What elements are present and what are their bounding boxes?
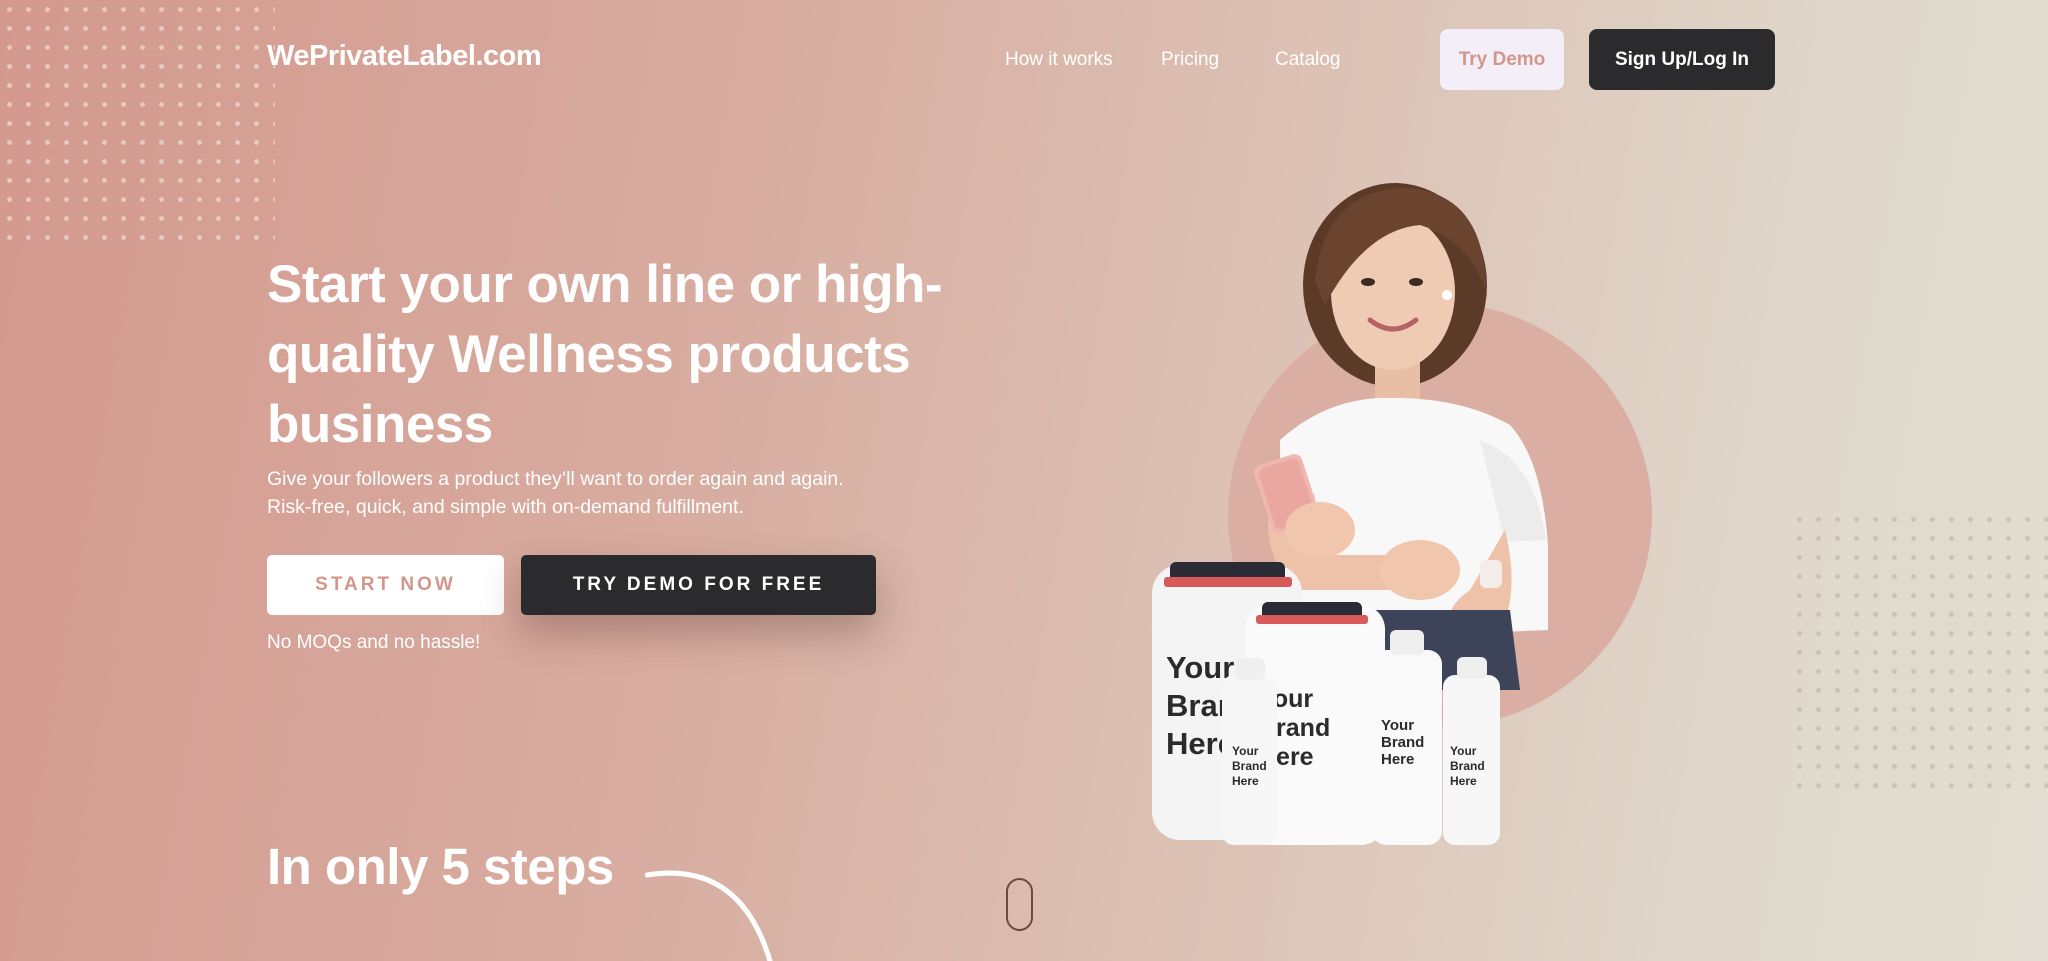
try-demo-free-button[interactable]: TRY DEMO FOR FREE: [521, 555, 876, 615]
hero-subtext-line: Give your followers a product they’ll wa…: [267, 468, 844, 490]
bottle-label-text: Brand: [1381, 734, 1424, 751]
start-now-button[interactable]: START NOW: [267, 555, 504, 615]
hero-headline-line: Start your own line or high-: [267, 255, 943, 314]
hero-subtext: Give your followers a product they’ll wa…: [267, 465, 907, 521]
hero-headline: Start your own line or high- quality Wel…: [267, 250, 987, 460]
bottle-label-text: Brand: [1450, 759, 1485, 773]
try-demo-button[interactable]: Try Demo: [1440, 29, 1564, 90]
bottle-label-text: Your: [1450, 744, 1477, 758]
bottle-label-text: Brand: [1232, 759, 1267, 773]
bottle-label-text: Here: [1381, 751, 1414, 768]
nav-link-catalog[interactable]: Catalog: [1275, 49, 1341, 71]
hero-subtext-line: Risk-free, quick, and simple with on-dem…: [267, 496, 744, 518]
nav-link-how-it-works[interactable]: How it works: [1005, 49, 1113, 71]
hero-headline-line: quality Wellness products: [267, 325, 911, 384]
decorative-arc: [645, 870, 773, 961]
decorative-dot-grid: [1790, 510, 2048, 795]
hero-headline-line: business: [267, 395, 493, 454]
decorative-dot-grid: [0, 0, 275, 240]
bottle-label-text: Your: [1381, 717, 1414, 734]
bottle-label-text: Here: [1232, 774, 1259, 788]
no-moq-note: No MOQs and no hassle!: [267, 632, 481, 653]
scroll-down-indicator[interactable]: [1006, 878, 1033, 931]
site-logo[interactable]: WePrivateLabel.com: [267, 40, 542, 73]
bottle-label-text: Your: [1232, 744, 1259, 758]
nav-link-pricing[interactable]: Pricing: [1161, 49, 1219, 71]
hero-image: Your Brand Here Your Brand Here Your Bra…: [1152, 183, 1652, 845]
signup-login-button[interactable]: Sign Up/Log In: [1589, 29, 1775, 90]
bottle-label-text: Here: [1450, 774, 1477, 788]
steps-section-title: In only 5 steps: [267, 838, 614, 895]
bottle-label-text: Your: [1166, 650, 1234, 685]
